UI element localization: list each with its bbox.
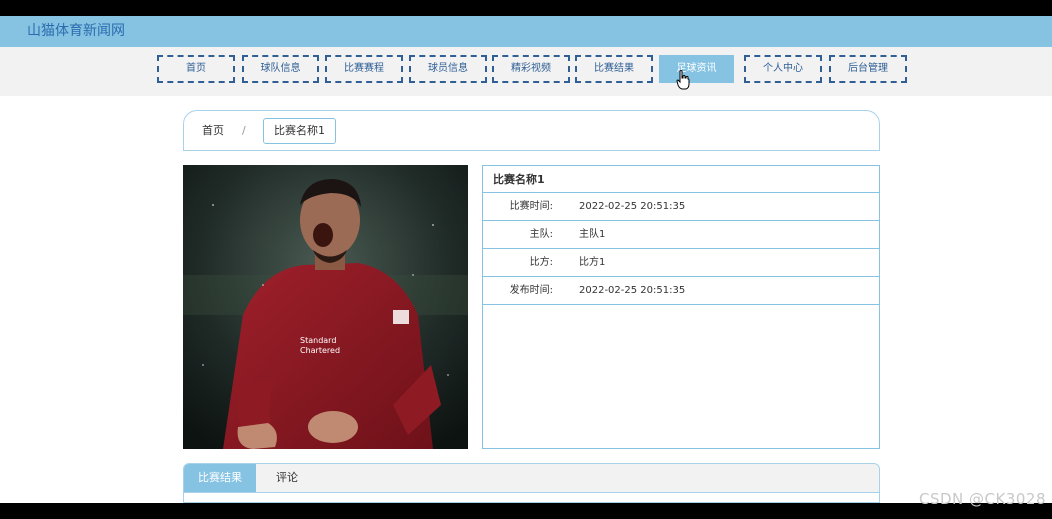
nav-match-results[interactable]: 比赛结果: [575, 55, 653, 83]
nav-football-news[interactable]: 足球资讯: [659, 55, 734, 83]
nav-team-info[interactable]: 球队信息: [242, 55, 319, 83]
svg-text:Standard: Standard: [300, 336, 336, 345]
breadcrumb-home-link[interactable]: 首页: [202, 123, 224, 139]
browser-viewport: 山猫体育新闻网 首页 球队信息 比赛赛程 球员信息 精彩视频 比赛结果 足球资讯…: [0, 16, 1052, 503]
tab-content: [184, 492, 879, 502]
main-nav: 首页 球队信息 比赛赛程 球员信息 精彩视频 比赛结果 足球资讯 个人中心 后台…: [0, 47, 1052, 96]
svg-text:Chartered: Chartered: [300, 346, 340, 355]
info-label: 主队:: [529, 229, 553, 240]
match-title: 比赛名称1: [483, 166, 879, 193]
info-label: 比方:: [529, 257, 553, 268]
page: 山猫体育新闻网 首页 球队信息 比赛赛程 球员信息 精彩视频 比赛结果 足球资讯…: [0, 0, 1052, 519]
detail-tabs: 比赛结果 评论: [183, 463, 880, 503]
nav-admin[interactable]: 后台管理: [829, 55, 907, 83]
nav-highlight-videos[interactable]: 精彩视频: [492, 55, 570, 83]
nav-player-info[interactable]: 球员信息: [409, 55, 487, 83]
site-title[interactable]: 山猫体育新闻网: [27, 21, 125, 41]
info-row-home-team: 主队: 主队1: [483, 221, 879, 249]
info-value: 主队1: [579, 229, 606, 240]
csdn-watermark: CSDN @CK3028: [918, 490, 1046, 508]
info-value: 2022-02-25 20:51:35: [579, 201, 686, 212]
nav-match-schedule[interactable]: 比赛赛程: [325, 55, 403, 83]
info-row-publish-time: 发布时间: 2022-02-25 20:51:35: [483, 277, 879, 305]
info-value: 比方1: [579, 257, 606, 268]
info-label: 比赛时间:: [509, 201, 553, 212]
tab-comments[interactable]: 评论: [262, 464, 312, 492]
info-value: 2022-02-25 20:51:35: [579, 285, 686, 296]
match-info-panel: 比赛名称1 比赛时间: 2022-02-25 20:51:35 主队: 主队1 …: [482, 165, 880, 449]
breadcrumb-current: 比赛名称1: [263, 118, 336, 144]
nav-personal-center[interactable]: 个人中心: [744, 55, 822, 83]
info-row-opponent: 比方: 比方1: [483, 249, 879, 277]
hand-cursor-icon: [676, 70, 690, 90]
info-row-match-time: 比赛时间: 2022-02-25 20:51:35: [483, 193, 879, 221]
tab-match-result[interactable]: 比赛结果: [184, 464, 256, 492]
player-photo-image: Standard Chartered: [183, 165, 468, 449]
info-label: 发布时间:: [509, 285, 553, 296]
breadcrumb: 首页 / 比赛名称1: [183, 110, 880, 151]
site-header: 山猫体育新闻网: [0, 16, 1052, 47]
breadcrumb-separator: /: [242, 124, 246, 137]
nav-home[interactable]: 首页: [157, 55, 235, 83]
match-photo: Standard Chartered: [183, 165, 468, 449]
